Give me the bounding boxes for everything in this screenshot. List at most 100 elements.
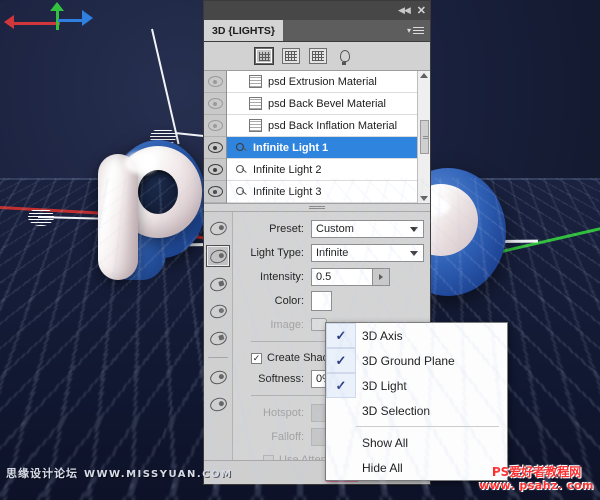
tool-point-light[interactable] [207, 367, 229, 387]
visibility-toggle[interactable] [204, 71, 226, 93]
preset-row: Preset: Custom [237, 218, 424, 239]
eye-icon [208, 142, 223, 153]
p-counter-hole [138, 170, 178, 214]
use-attenuation-checkbox [263, 455, 274, 461]
chevron-down-icon: ▾ [407, 26, 411, 35]
eye-icon [208, 120, 223, 131]
preset-value: Custom [316, 223, 354, 235]
create-shadows-checkbox[interactable]: ✓ [251, 353, 262, 364]
light-type-value: Infinite [316, 247, 348, 259]
slide-3d-icon [208, 302, 228, 320]
scrollbar-thumb[interactable] [420, 120, 429, 154]
color-row: Color: [237, 290, 424, 311]
visibility-toggle[interactable] [204, 159, 226, 181]
falloff-label: Falloff: [237, 431, 311, 443]
intensity-input[interactable]: 0.5 [311, 268, 373, 286]
3d-axis-gizmo[interactable] [8, 4, 103, 38]
axis-gizmo-z-arrow [82, 10, 93, 26]
filter-mesh-button[interactable] [282, 48, 300, 64]
watermark-left-url: WWW.MISSYUAN.COM [84, 469, 232, 480]
intensity-label: Intensity: [237, 271, 311, 283]
check-icon-empty [326, 398, 356, 423]
menu-item-label: 3D Light [356, 379, 407, 393]
visibility-toggle[interactable] [204, 181, 226, 203]
tool-divider [208, 357, 228, 358]
menu-item-show-all[interactable]: Show All [326, 430, 507, 455]
tool-rotate-3d-object[interactable] [207, 218, 229, 238]
menu-item-3d-light[interactable]: ✓ 3D Light [326, 373, 507, 398]
axis-gizmo-y-arrow [50, 2, 64, 11]
pan-3d-icon [208, 275, 228, 293]
close-icon[interactable]: ✕ [417, 4, 426, 17]
roll-3d-icon [208, 247, 228, 265]
screenshot-root: ◀◀ ✕ 3D {LIGHTS} ▾ [0, 0, 600, 500]
list-item[interactable]: psd Back Bevel Material [227, 93, 417, 115]
3d-text-object-p[interactable] [96, 140, 214, 280]
list-item[interactable]: Infinite Light 3 [227, 181, 417, 203]
tool-roll-3d-object[interactable] [206, 245, 230, 267]
scroll-up-icon[interactable] [420, 73, 428, 78]
tool-move-light-to-view[interactable] [207, 394, 229, 414]
visibility-toggle[interactable] [204, 93, 226, 115]
panel-menu-button[interactable]: ▾ [407, 20, 430, 41]
preset-label: Preset: [237, 223, 311, 235]
check-icon-empty [326, 455, 356, 480]
material-icon [249, 119, 262, 132]
axis-gizmo-x[interactable] [8, 22, 60, 25]
list-item-label: psd Back Inflation Material [268, 120, 397, 132]
visibility-toggle[interactable] [204, 115, 226, 137]
panel-tab-bar: 3D {LIGHTS} ▾ [204, 20, 430, 42]
light-icon [235, 142, 247, 154]
list-item-label: psd Back Bevel Material [268, 98, 386, 110]
hotspot-label: Hotspot: [237, 407, 311, 419]
list-item[interactable]: psd Extrusion Material [227, 71, 417, 93]
color-swatch[interactable] [311, 291, 332, 311]
visibility-toggle[interactable] [204, 137, 226, 159]
watermark-right-text: PS爱好者教程网 [479, 466, 594, 480]
menu-item-label: Hide All [356, 461, 403, 475]
tool-slide-3d-object[interactable] [207, 301, 229, 321]
intensity-slider-button[interactable] [373, 268, 390, 286]
watermark-left-text: 思缘设计论坛 [6, 465, 78, 481]
scale-3d-icon [208, 329, 228, 347]
softness-label: Softness: [237, 373, 311, 385]
list-item-label: Infinite Light 3 [253, 186, 322, 198]
check-icon: ✓ [326, 373, 356, 398]
menu-item-3d-axis[interactable]: ✓ 3D Axis [326, 323, 507, 348]
mesh-icon [285, 51, 297, 61]
panel-splitter[interactable] [204, 204, 430, 212]
preset-select[interactable]: Custom [311, 220, 424, 238]
filter-materials-button[interactable] [309, 48, 327, 64]
watermark-left: 思缘设计论坛 WWW.MISSYUAN.COM [6, 465, 232, 481]
scroll-down-icon[interactable] [420, 196, 428, 201]
filter-scene-button[interactable] [255, 48, 273, 64]
menu-item-3d-ground-plane[interactable]: ✓ 3D Ground Plane [326, 348, 507, 373]
color-label: Color: [237, 295, 311, 307]
visibility-column [204, 71, 227, 203]
tab-bar-filler [283, 20, 407, 41]
list-item[interactable]: Infinite Light 2 [227, 159, 417, 181]
3d-filter-toolbar [204, 42, 430, 71]
light-type-select[interactable]: Infinite [311, 244, 424, 262]
collapse-icon[interactable]: ◀◀ [398, 6, 410, 15]
tool-pan-3d-object[interactable] [207, 274, 229, 294]
list-item[interactable]: psd Back Inflation Material [227, 115, 417, 137]
menu-item-label: 3D Selection [356, 404, 430, 418]
infinite-light-widget[interactable] [28, 208, 54, 226]
eye-icon [208, 164, 223, 175]
tab-3d-lights[interactable]: 3D {LIGHTS} [204, 20, 283, 41]
filter-lights-button[interactable] [336, 48, 354, 64]
panel-title-bar: ◀◀ ✕ [204, 1, 430, 20]
light-to-view-icon [208, 395, 228, 413]
tool-scale-3d-object[interactable] [207, 328, 229, 348]
menu-item-3d-selection[interactable]: 3D Selection [326, 398, 507, 423]
3d-extras-context-menu: ✓ 3D Axis ✓ 3D Ground Plane ✓ 3D Light 3… [325, 322, 508, 481]
list-scrollbar[interactable] [417, 71, 430, 203]
scene-icon [259, 52, 270, 61]
menu-item-label: Show All [356, 436, 408, 450]
check-icon: ✓ [326, 348, 356, 373]
menu-item-label: 3D Ground Plane [356, 354, 455, 368]
eye-icon [208, 98, 223, 109]
check-icon: ✓ [326, 323, 356, 348]
list-item-selected[interactable]: Infinite Light 1 [227, 137, 417, 159]
